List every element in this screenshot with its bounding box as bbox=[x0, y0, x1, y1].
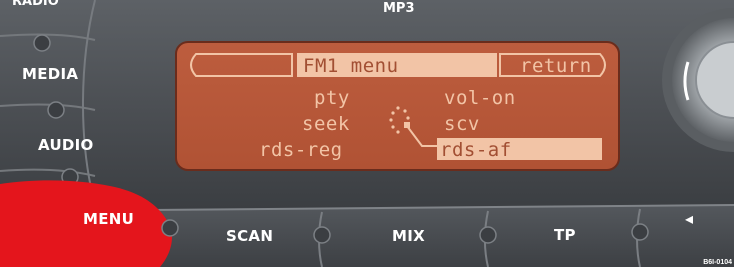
audio-label: AUDIO bbox=[38, 136, 94, 154]
display-title: FM1 menu bbox=[303, 55, 399, 77]
tp-label: TP bbox=[554, 226, 576, 244]
menu-item-pty[interactable]: pty bbox=[314, 87, 350, 109]
back-arrow-button[interactable]: ◂ bbox=[650, 205, 730, 245]
mix-button[interactable]: MIX bbox=[330, 211, 482, 267]
menu-item-vol-on[interactable]: vol-on bbox=[444, 87, 516, 109]
media-label: MEDIA bbox=[22, 65, 79, 83]
mp3-label: MP3 bbox=[383, 1, 415, 16]
menu-label: MENU bbox=[83, 210, 135, 228]
scan-label: SCAN bbox=[226, 227, 274, 245]
mix-label: MIX bbox=[392, 227, 425, 245]
menu-item-rds-af-selected[interactable]: rds-af bbox=[440, 139, 512, 161]
menu-item-seek[interactable]: seek bbox=[302, 113, 350, 135]
return-option[interactable]: return bbox=[520, 55, 592, 77]
image-code-watermark: B6I-0104 bbox=[703, 259, 732, 266]
menu-item-scv[interactable]: scv bbox=[444, 113, 480, 135]
audio-button[interactable]: AUDIO bbox=[0, 112, 95, 170]
menu-button[interactable]: MENU bbox=[0, 186, 165, 267]
tp-button[interactable]: TP bbox=[496, 210, 634, 267]
back-arrow-icon: ◂ bbox=[685, 209, 694, 228]
scan-button[interactable]: SCAN bbox=[178, 212, 318, 267]
media-button[interactable]: MEDIA bbox=[0, 44, 95, 104]
car-radio-panel: RADIO MP3 MEDIA AUDIO MENU SCAN MIX TP ◂… bbox=[0, 0, 734, 267]
menu-item-rds-reg[interactable]: rds-reg bbox=[259, 139, 343, 161]
radio-label: RADIO bbox=[12, 0, 59, 9]
